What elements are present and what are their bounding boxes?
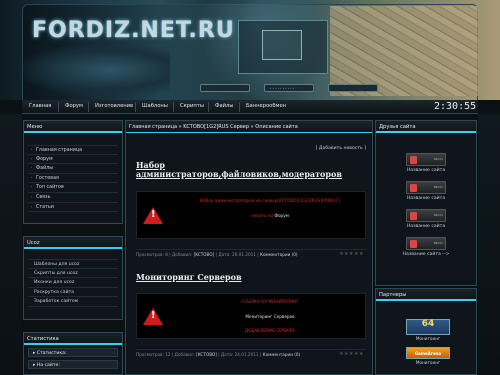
article-title-monitoring[interactable]: Мониторинг Серверов [136, 273, 242, 282]
menu-item-files[interactable]: Файлы [28, 164, 118, 174]
partner-item[interactable]: GameArena Монитоинг [406, 347, 450, 365]
meta-author[interactable]: [KCTOBO] [196, 352, 217, 357]
menu-item-contact[interactable]: Связь [28, 193, 118, 203]
menu-block: Меню Главная страница Форум Файлы Гостев… [23, 120, 123, 224]
warning-mark: ! [151, 209, 156, 220]
meta-author[interactable]: [KCTOBO] [194, 252, 215, 257]
article-message-box-monitoring: ! ССЫЛКА НА МОНИТОРИНГ Мониторинг Сервер… [136, 293, 366, 339]
ucoz-item-templates[interactable]: Шаблоны для ucoz [28, 259, 118, 269]
meta-views: Просмотров: 12 [136, 352, 171, 357]
ucoz-title: Ucoz [24, 237, 122, 249]
article-title[interactable]: Набор администраторов,файловиков,модерат… [136, 161, 346, 179]
meta-author-label: Добавил: [172, 252, 193, 257]
stats-title: Статистика [24, 333, 122, 345]
rating-stars[interactable]: ★★★★★ [339, 250, 364, 259]
nav-item-files[interactable]: Файлы [215, 103, 233, 109]
friend-name[interactable]: Название сайта [376, 196, 476, 201]
breadcrumb[interactable]: Главная страница » KCTOBO[1G2]RUS Сервер… [126, 121, 372, 133]
warning-mark: ! [151, 310, 156, 321]
stats-row-online[interactable]: ▸ На сайте: [28, 360, 118, 369]
meta-comments[interactable]: Комментарии (0) [263, 352, 301, 357]
partner-item[interactable]: 64 Монитоинг [406, 319, 450, 341]
menu-item-guestbook[interactable]: Гостевая [28, 174, 118, 184]
stats-row-statistics[interactable]: ▸ Статистика: [28, 348, 118, 357]
friend-name[interactable]: Название сайта [376, 224, 476, 229]
meta-date: Дата: 24.01.2011 [221, 352, 259, 357]
friend-item[interactable]: Название сайта [376, 181, 476, 201]
rating-stars[interactable]: ★★★★★ [339, 350, 364, 359]
meta-comments[interactable]: Комментарии (0) [260, 252, 298, 257]
ucoz-item-scripts[interactable]: Скрипты для ucoz [28, 269, 118, 279]
nav-item-production[interactable]: Изготовление [95, 103, 133, 109]
partners-title: Партнеры [376, 289, 476, 301]
nav-item-home[interactable]: Главная [29, 103, 51, 109]
header-stones-art [330, 6, 478, 96]
partner-label[interactable]: Монитоинг [406, 336, 450, 341]
header-ticker: · · · · · · · · · · [270, 86, 295, 91]
partner-label[interactable]: Монитоинг [406, 360, 450, 365]
article-forum-link[interactable]: Форум [274, 213, 288, 218]
menu-item-forum[interactable]: Форум [28, 155, 118, 165]
friend-banner[interactable] [406, 181, 446, 194]
flame-icon [410, 184, 417, 192]
main-nav: Главная Форум Изготовление Шаблоны Скрип… [22, 100, 478, 114]
friend-item[interactable]: Название сайта [376, 153, 476, 173]
meta-views: Просмотров: 8 [136, 252, 168, 257]
right-rail [478, 114, 500, 375]
nav-item-banners[interactable]: Баннерообмен [246, 103, 286, 109]
nav-clock: 2:30:55 [434, 101, 477, 112]
ucoz-block: Ucoz Шаблоны для ucoz Скрипты для ucoz И… [23, 236, 123, 320]
friend-item[interactable]: Название сайта --> [376, 237, 476, 257]
article-line-1: Набор администраторов на сервер[KCTOBO][… [199, 198, 341, 203]
partner-counter-badge[interactable]: 64 [406, 319, 450, 335]
left-rail [0, 114, 22, 375]
add-server-link[interactable]: ДОБАВЛЕНИЕ СЕРВЕРА [177, 328, 363, 333]
header-soldier-art [20, 44, 170, 96]
header-panel-art-inner [262, 30, 302, 60]
nav-item-forum[interactable]: Форум [65, 103, 83, 109]
site-header: FORDIZ.NET.RU · · · · · · · · · · [0, 0, 500, 100]
flame-icon [410, 156, 417, 164]
menu-item-articles[interactable]: Статьи [28, 203, 118, 213]
stats-block: Статистика ▸ Статистика: ▸ На сайте: [23, 332, 123, 375]
friend-banner[interactable] [406, 209, 446, 222]
friend-banner[interactable] [406, 153, 446, 166]
friends-block: Друзья сайта Название сайта Название сай… [375, 120, 477, 286]
meta-author-label: Добавил: [174, 352, 195, 357]
meta-date: Дата: 26.01.2011 [218, 252, 256, 257]
add-news-link[interactable]: [ Добавить новость ] [316, 146, 366, 151]
site-logo[interactable]: FORDIZ.NET.RU [32, 18, 235, 43]
friend-banner[interactable] [406, 237, 446, 250]
friend-name[interactable]: Название сайта [376, 168, 476, 173]
partners-block: Партнеры 64 Монитоинг GameArena Монитоин… [375, 288, 477, 375]
friend-item[interactable]: Название сайта [376, 209, 476, 229]
ucoz-item-icons[interactable]: Иконки для ucoz [28, 278, 118, 288]
friends-title: Друзья сайта [376, 121, 476, 133]
article-message-box: ! Набор администраторов на сервер[KCTOBO… [136, 191, 366, 239]
menu-title: Меню [24, 121, 122, 133]
menu-item-top-sites[interactable]: Топ сайтов [28, 183, 118, 193]
monitoring-text: Мониторинг Серверов [245, 314, 295, 319]
friend-name-more[interactable]: Название сайта --> [376, 252, 476, 257]
article-meta: Просмотров: 8 | Добавил: [KCTOBO] | Дата… [136, 249, 366, 259]
ucoz-item-promotion[interactable]: Раскрутка сайта [28, 288, 118, 298]
menu-item-home[interactable]: Главная страница [28, 145, 118, 155]
article-meta-monitoring: Просмотров: 12 | Добавил: [KCTOBO] | Дат… [136, 349, 366, 359]
partner-gamearena-badge[interactable]: GameArena [406, 347, 450, 359]
flame-icon [410, 212, 417, 220]
article-line-2-text: писать на [251, 213, 274, 218]
nav-item-templates[interactable]: Шаблоны [142, 103, 168, 109]
monitoring-link[interactable]: ССЫЛКА НА МОНИТОРИНГ [177, 299, 363, 304]
content-block: Главная страница » KCTOBO[1G2]RUS Сервер… [125, 120, 373, 375]
nav-item-scripts[interactable]: Скрипты [180, 103, 204, 109]
article-line-2: писать на Форум [177, 213, 363, 218]
ucoz-item-earnings[interactable]: Заработок сайтом [28, 297, 118, 307]
flame-icon [410, 240, 417, 248]
